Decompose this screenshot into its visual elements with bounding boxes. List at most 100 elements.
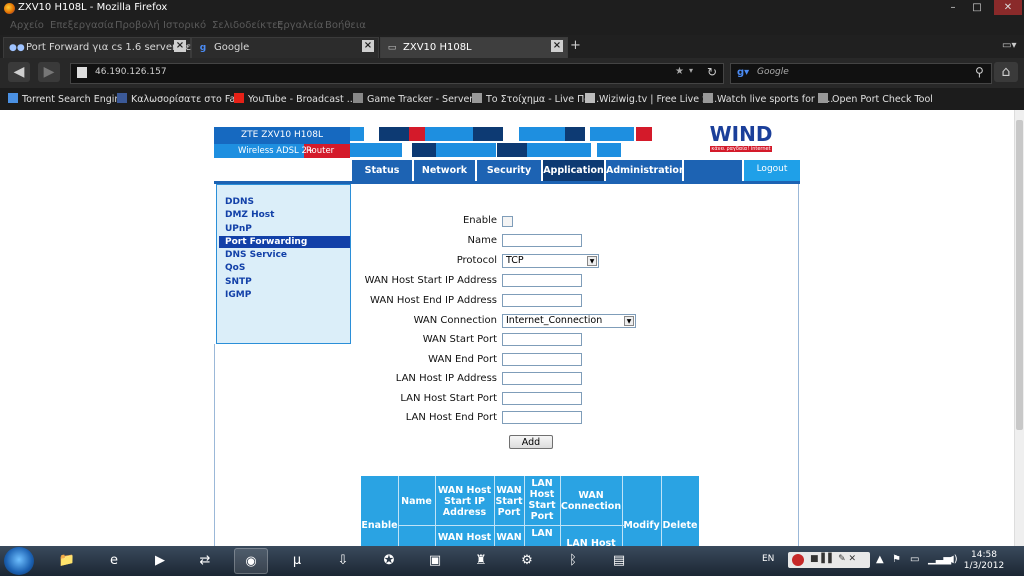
tab-application[interactable]: Application (543, 160, 606, 181)
menu-bookmarks[interactable]: Σελιδοδείκτες (212, 20, 283, 31)
media-player-icon[interactable]: ▶ (143, 548, 177, 574)
show-hidden-icons-icon[interactable]: ▲ (876, 554, 884, 565)
search-box[interactable]: g▾ Google ⚲ (730, 63, 992, 84)
header-wan-host-start-ip: WAN Host Start IP Address (437, 485, 492, 518)
tab-security[interactable]: Security (477, 160, 543, 181)
header-lan-host-ip: LAN Host IP (566, 538, 616, 546)
sidebar-item-dmz-host[interactable]: DMZ Host (225, 210, 274, 220)
bookmark-item[interactable]: Game Tracker - Server... (353, 93, 481, 105)
bluetooth-icon[interactable]: ᛒ (556, 548, 590, 574)
wan-end-ip-input[interactable] (502, 294, 582, 307)
record-icon[interactable] (792, 554, 804, 566)
lan-ip-input[interactable] (502, 372, 582, 385)
sidebar-item-igmp[interactable]: IGMP (225, 290, 251, 300)
download-icon[interactable]: ⇩ (326, 548, 360, 574)
bookmark-item[interactable]: Wiziwig.tv | Free Live S... (585, 93, 717, 105)
close-tab-icon[interactable]: × (174, 40, 186, 52)
back-arrow-icon[interactable]: ◀ (8, 62, 30, 82)
close-tab-icon[interactable]: × (362, 40, 374, 52)
sidebar-item-qos[interactable]: QoS (225, 263, 245, 273)
utorrent-icon[interactable]: µ (280, 548, 314, 574)
teamviewer-icon[interactable]: ⇄ (188, 548, 222, 574)
header-decoration (565, 127, 585, 141)
url-bar[interactable]: 46.190.126.157 ★ ▾ ↻ (70, 63, 724, 84)
header-name: Name (401, 496, 432, 507)
menu-help[interactable]: Βοήθεια (325, 20, 366, 31)
bookmark-star-icon[interactable]: ★ (675, 66, 684, 77)
tab-zxv10[interactable]: ▭ ZXV10 H108L × (380, 37, 568, 59)
reload-icon[interactable]: ↻ (707, 65, 717, 79)
start-button[interactable] (4, 547, 34, 575)
monitor-icon[interactable]: ▣ (418, 548, 452, 574)
language-indicator[interactable]: EN (762, 554, 774, 564)
recorder-widget[interactable]: ■ ▌▌ ✎ ✕ (788, 552, 870, 568)
network-tool-icon[interactable]: ♜ (464, 548, 498, 574)
winrar-icon[interactable]: ▤ (602, 548, 636, 574)
protocol-select[interactable]: TCP ▼ (502, 254, 599, 268)
minimize-button[interactable]: – (942, 0, 964, 15)
tab-list-icon[interactable]: ▭▾ (1002, 40, 1016, 51)
flag-icon[interactable]: ⚑ (892, 554, 901, 565)
forward-arrow-icon[interactable]: ▶ (38, 62, 60, 82)
name-input[interactable] (502, 234, 582, 247)
menu-history[interactable]: Ιστορικό (163, 20, 206, 31)
enable-checkbox[interactable] (502, 216, 513, 227)
content-border (214, 344, 215, 546)
close-tab-icon[interactable]: × (551, 40, 563, 52)
tab-administration[interactable]: Administration (606, 160, 686, 181)
home-icon[interactable]: ⌂ (994, 62, 1018, 82)
menu-tools[interactable]: Εργαλεία (277, 20, 323, 31)
site-identity-icon[interactable] (77, 67, 87, 78)
port-forwarding-table: Enable Name WAN Host Start IP Address WA… (361, 476, 699, 546)
tab-network[interactable]: Network (414, 160, 477, 181)
internet-explorer-icon[interactable]: e (97, 548, 131, 574)
bookmark-item[interactable]: YouTube - Broadcast ... (234, 93, 356, 105)
lan-ip-label: LAN Host IP Address (395, 373, 497, 384)
game-icon[interactable]: ✪ (372, 548, 406, 574)
page-scrollbar[interactable] (1014, 110, 1024, 546)
url-dropdown-icon[interactable]: ▾ (689, 66, 693, 75)
tab-port-forward[interactable]: ●● Port Forward για cs 1.6 server σε ZT.… (3, 37, 216, 59)
close-window-button[interactable]: ✕ (994, 0, 1022, 15)
wan-start-port-input[interactable] (502, 333, 582, 346)
google-icon: g (199, 43, 207, 53)
header-modify: Modify (623, 520, 660, 531)
logout-button[interactable]: Logout (744, 160, 800, 181)
lan-start-port-input[interactable] (502, 392, 582, 405)
sidebar-item-upnp[interactable]: UPnP (225, 224, 252, 234)
steam-icon[interactable]: ⚙ (510, 548, 544, 574)
tab-status[interactable]: Status (352, 160, 414, 181)
action-center-icon[interactable]: ▭ (910, 554, 919, 565)
firefox-icon[interactable]: ◉ (234, 548, 268, 574)
search-icon[interactable]: ⚲ (975, 65, 984, 79)
explorer-icon[interactable]: 📁 (50, 548, 84, 574)
bookmark-item[interactable]: Watch live sports for fr... (703, 93, 833, 105)
wan-end-port-input[interactable] (502, 353, 582, 366)
bookmark-item[interactable]: Open Port Check Tool (818, 93, 933, 105)
scrollbar-thumb[interactable] (1016, 120, 1023, 430)
maximize-button[interactable]: □ (966, 0, 988, 15)
header-enable: Enable (361, 520, 398, 531)
add-button[interactable]: Add (509, 435, 553, 449)
menu-file[interactable]: Αρχείο (10, 20, 44, 31)
system-clock[interactable]: 14:58 1/3/2012 (962, 550, 1006, 572)
menu-bar: Αρχείο Επεξεργασία Προβολή Ιστορικό Σελι… (0, 17, 1024, 35)
wan-start-ip-input[interactable] (502, 274, 582, 287)
menu-edit[interactable]: Επεξεργασία (50, 20, 114, 31)
header-wan-end-port: WAN (496, 532, 522, 543)
volume-icon[interactable]: ◀) (946, 554, 958, 565)
sidebar-item-sntp[interactable]: SNTP (225, 277, 252, 287)
tab-google[interactable]: g Google × (191, 37, 379, 59)
bookmark-item[interactable]: Το Στοίχημα - Live Πο... (472, 93, 599, 105)
sidebar-item-ddns[interactable]: DDNS (225, 197, 254, 207)
new-tab-button[interactable]: + (570, 38, 581, 53)
google-icon[interactable]: g▾ (737, 67, 749, 78)
stop-icon[interactable]: ■ ▌▌ ✎ ✕ (810, 554, 856, 564)
gametracker-icon (353, 93, 363, 103)
menu-view[interactable]: Προβολή (115, 20, 160, 31)
bookmark-item[interactable]: Torrent Search Engine (8, 93, 126, 105)
sidebar-item-dns-service[interactable]: DNS Service (225, 250, 287, 260)
wan-connection-select[interactable]: Internet_Connection ▼ (502, 314, 636, 328)
bookmark-item[interactable]: Καλωσορίσατε στο Fa... (117, 93, 244, 105)
lan-end-port-input[interactable] (502, 411, 582, 424)
